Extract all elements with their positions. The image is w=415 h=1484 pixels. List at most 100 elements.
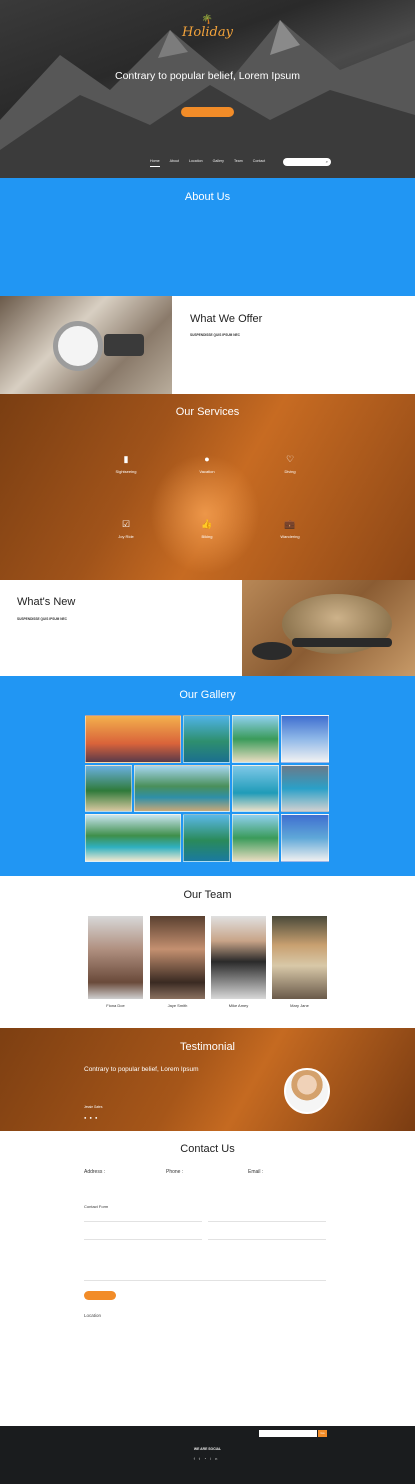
testimonial-author: Jessie Gates (84, 1105, 103, 1109)
member-photo (88, 916, 143, 999)
submit-button[interactable] (84, 1291, 116, 1300)
search-input[interactable]: ⌕ (283, 158, 331, 166)
services-section: Our Services ▮ Sightseeing ● Vacation ♡ … (0, 394, 415, 580)
section-title: What We Offer (190, 313, 263, 325)
service-item: ☑ Joy Ride (81, 519, 171, 539)
nav-item-location[interactable]: Location (189, 159, 203, 167)
testimonial-heading: Contrary to popular belief, Lorem Ipsum (84, 1066, 199, 1073)
message-field[interactable] (84, 1249, 326, 1281)
contact-phone: Phone : (166, 1169, 236, 1175)
hero-banner: 🌴 Holiday Contrary to popular belief, Lo… (0, 0, 415, 178)
nav-item-contact[interactable]: Contact (253, 159, 265, 167)
briefcase-icon: 💼 (284, 519, 296, 529)
testimonial-section: Testimonial Contrary to popular belief, … (0, 1028, 415, 1131)
service-item: 👍 Biking (162, 519, 252, 539)
contact-section: Contact Us Address : Phone : Email : Con… (0, 1131, 415, 1426)
service-label: Biking (201, 534, 213, 539)
section-title: Our Team (183, 889, 232, 901)
main-nav: Home About Location Gallery Team Contact (150, 159, 265, 167)
service-label: Vacation (199, 469, 215, 474)
first-name-field[interactable] (84, 1213, 202, 1222)
email-label: Email : (248, 1169, 264, 1175)
hero-cta-button[interactable] (181, 107, 234, 117)
site-logo[interactable]: 🌴 Holiday (0, 14, 415, 40)
member-photo (150, 916, 205, 999)
team-member[interactable]: Mary Jane (272, 916, 327, 1008)
thumbs-up-icon: 👍 (201, 519, 213, 529)
nav-item-home[interactable]: Home (150, 159, 160, 167)
gallery-section: Our Gallery (0, 676, 415, 876)
gallery-image[interactable] (281, 765, 329, 812)
gallery-image[interactable] (85, 814, 181, 862)
service-item: ♡ Diving (245, 454, 335, 474)
gallery-image[interactable] (232, 765, 279, 812)
member-photo (211, 916, 266, 999)
heart-icon: ♡ (285, 454, 295, 464)
nav-item-about[interactable]: About (170, 159, 179, 167)
linkedin-icon[interactable]: in (210, 1456, 221, 1461)
last-name-field[interactable] (208, 1213, 326, 1222)
logo-text: Holiday (182, 25, 233, 40)
section-title: About Us (184, 191, 231, 203)
page: 🌴 Holiday Contrary to popular belief, Lo… (0, 0, 415, 1484)
location-label: Location (84, 1313, 102, 1318)
watch-face (53, 321, 103, 371)
section-title: Contact Us (180, 1143, 235, 1155)
watch-strap (104, 334, 144, 356)
testimonial-avatar (284, 1068, 330, 1114)
section-title: Our Gallery (179, 689, 236, 701)
phone-label: Phone : (166, 1169, 184, 1175)
member-name: Fiona Doe (106, 1003, 125, 1008)
team-section: Our Team Fiona Doe Jaye Smith Mike Amey … (0, 876, 415, 1028)
section-title: Our Services (175, 406, 240, 418)
gallery-image[interactable] (281, 715, 329, 763)
service-item: 💼 Wandering (245, 519, 335, 539)
gallery-image[interactable] (232, 715, 279, 763)
service-item: ● Vacation (162, 454, 252, 474)
offer-section: What We Offer SUSPENDISSE QUIS IPSUM NEC (0, 296, 415, 394)
user-icon: ● (204, 454, 210, 464)
bar-chart-icon: ▮ (123, 454, 129, 464)
hero-heading: Contrary to popular belief, Lorem Ipsum (114, 70, 300, 82)
address-label: Address : (84, 1169, 106, 1175)
service-label: Sightseeing (115, 469, 137, 474)
team-member[interactable]: Mike Amey (211, 916, 266, 1008)
gallery-image[interactable] (85, 765, 132, 812)
about-section: About Us (0, 178, 415, 296)
gallery-image[interactable] (85, 715, 181, 763)
contact-form-title: Contact Form (84, 1204, 109, 1209)
gallery-image[interactable] (183, 814, 230, 862)
member-name: Mike Amey (228, 1003, 249, 1008)
contact-email: Email : (248, 1169, 318, 1175)
member-photo (272, 916, 327, 999)
email-field[interactable] (84, 1231, 202, 1240)
section-title: What's New (17, 596, 76, 608)
gallery-image[interactable] (134, 765, 230, 812)
search-icon[interactable]: ⌕ (326, 158, 328, 166)
service-label: Diving (284, 469, 296, 474)
sunglasses (252, 642, 292, 660)
contact-address: Address : (84, 1169, 154, 1175)
nav-item-gallery[interactable]: Gallery (213, 159, 224, 167)
gallery-image[interactable] (183, 715, 230, 763)
team-member[interactable]: Fiona Doe (88, 916, 143, 1008)
footer: Go WE ARE SOCIAL ft◔in (0, 1426, 415, 1484)
subject-field[interactable] (208, 1231, 326, 1240)
gallery-image[interactable] (281, 814, 329, 862)
section-subheading: SUSPENDISSE QUIS IPSUM NEC (17, 617, 67, 621)
palm-tree-icon: 🌴 (201, 14, 214, 24)
social-links: ft◔in (0, 1456, 415, 1461)
gallery-image[interactable] (232, 814, 279, 862)
newsletter-email-input[interactable] (259, 1430, 317, 1437)
carousel-dots[interactable]: ● ● ● (84, 1115, 98, 1120)
nav-item-team[interactable]: Team (234, 159, 243, 167)
member-name: Jaye Smith (167, 1003, 188, 1008)
service-label: Wandering (280, 534, 300, 539)
hat-band (292, 638, 392, 647)
service-label: Joy Ride (118, 534, 134, 539)
service-item: ▮ Sightseeing (81, 454, 171, 474)
member-name: Mary Jane (290, 1003, 309, 1008)
newsletter-submit-button[interactable]: Go (318, 1430, 327, 1437)
team-member[interactable]: Jaye Smith (150, 916, 205, 1008)
section-title: Testimonial (179, 1041, 236, 1053)
